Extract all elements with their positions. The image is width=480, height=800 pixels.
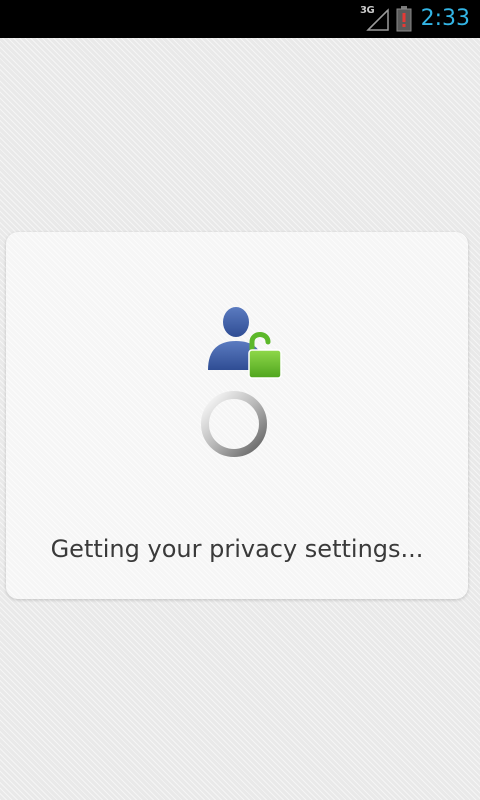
status-bar: 3G 2:33 bbox=[0, 0, 480, 38]
battery-alert-icon bbox=[396, 6, 412, 32]
loading-dialog: Getting your privacy settings... bbox=[6, 232, 468, 599]
clock: 2:33 bbox=[420, 6, 470, 31]
screen: 3G 2:33 Getting your privacy settings... bbox=[0, 0, 480, 800]
privacy-lock-icon bbox=[208, 307, 282, 379]
signal-icon bbox=[366, 8, 389, 31]
loading-message: Getting your privacy settings... bbox=[50, 535, 424, 563]
loading-spinner-icon bbox=[201, 391, 267, 457]
